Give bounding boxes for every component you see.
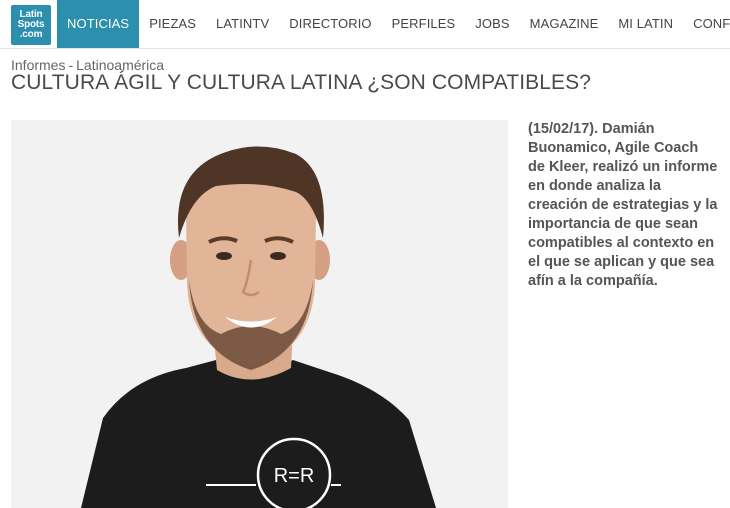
logo-line-3: .com [19,29,43,40]
nav-item-magazine[interactable]: MAGAZINE [520,0,609,48]
nav-item-conferencias[interactable]: CONFEREN [683,0,730,48]
article-summary: (15/02/17). Damián Buonamico, Agile Coac… [528,121,718,289]
nav-menu: NOTICIAS PIEZAS LATINTV DIRECTORIO PERFI… [57,0,730,48]
nav-item-perfiles[interactable]: PERFILES [382,0,466,48]
nav-item-mi-latin[interactable]: MI LATIN [608,0,683,48]
article-photo: R=R [11,120,508,508]
article-title: CULTURA ÁGIL Y CULTURA LATINA ¿SON COMPA… [11,71,592,94]
nav-item-jobs[interactable]: JOBS [465,0,519,48]
nav-item-latintv[interactable]: LATINTV [206,0,279,48]
nav-item-piezas[interactable]: PIEZAS [139,0,206,48]
nav-item-noticias[interactable]: NOTICIAS [57,0,140,48]
nav-item-directorio[interactable]: DIRECTORIO [279,0,381,48]
shirt-print-text: R=R [274,465,315,487]
top-navigation: Latin Spots .com NOTICIAS PIEZAS LATINTV… [0,0,730,49]
latinspots-logo[interactable]: Latin Spots .com [11,5,51,45]
